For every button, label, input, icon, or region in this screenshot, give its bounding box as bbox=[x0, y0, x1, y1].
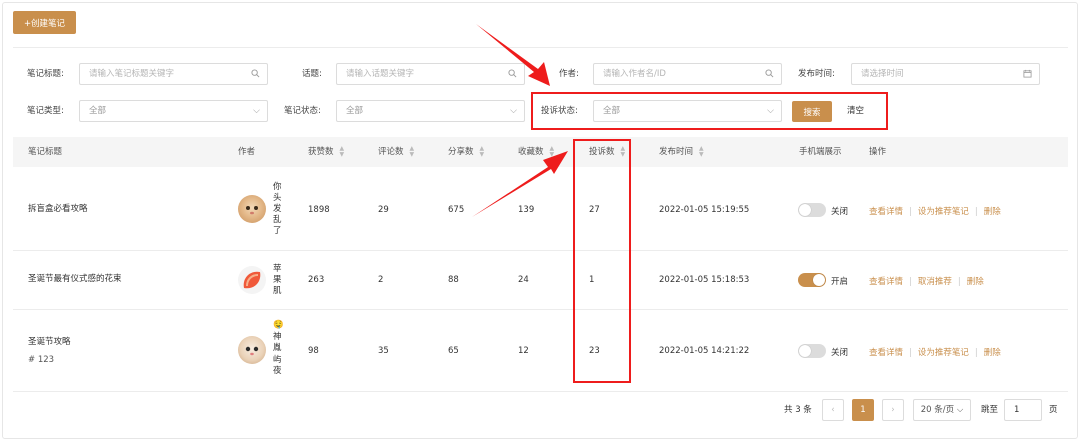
arrow-to-filter-icon bbox=[476, 24, 550, 86]
arrow-to-column-icon bbox=[472, 151, 568, 217]
annotation-arrows bbox=[472, 24, 568, 217]
